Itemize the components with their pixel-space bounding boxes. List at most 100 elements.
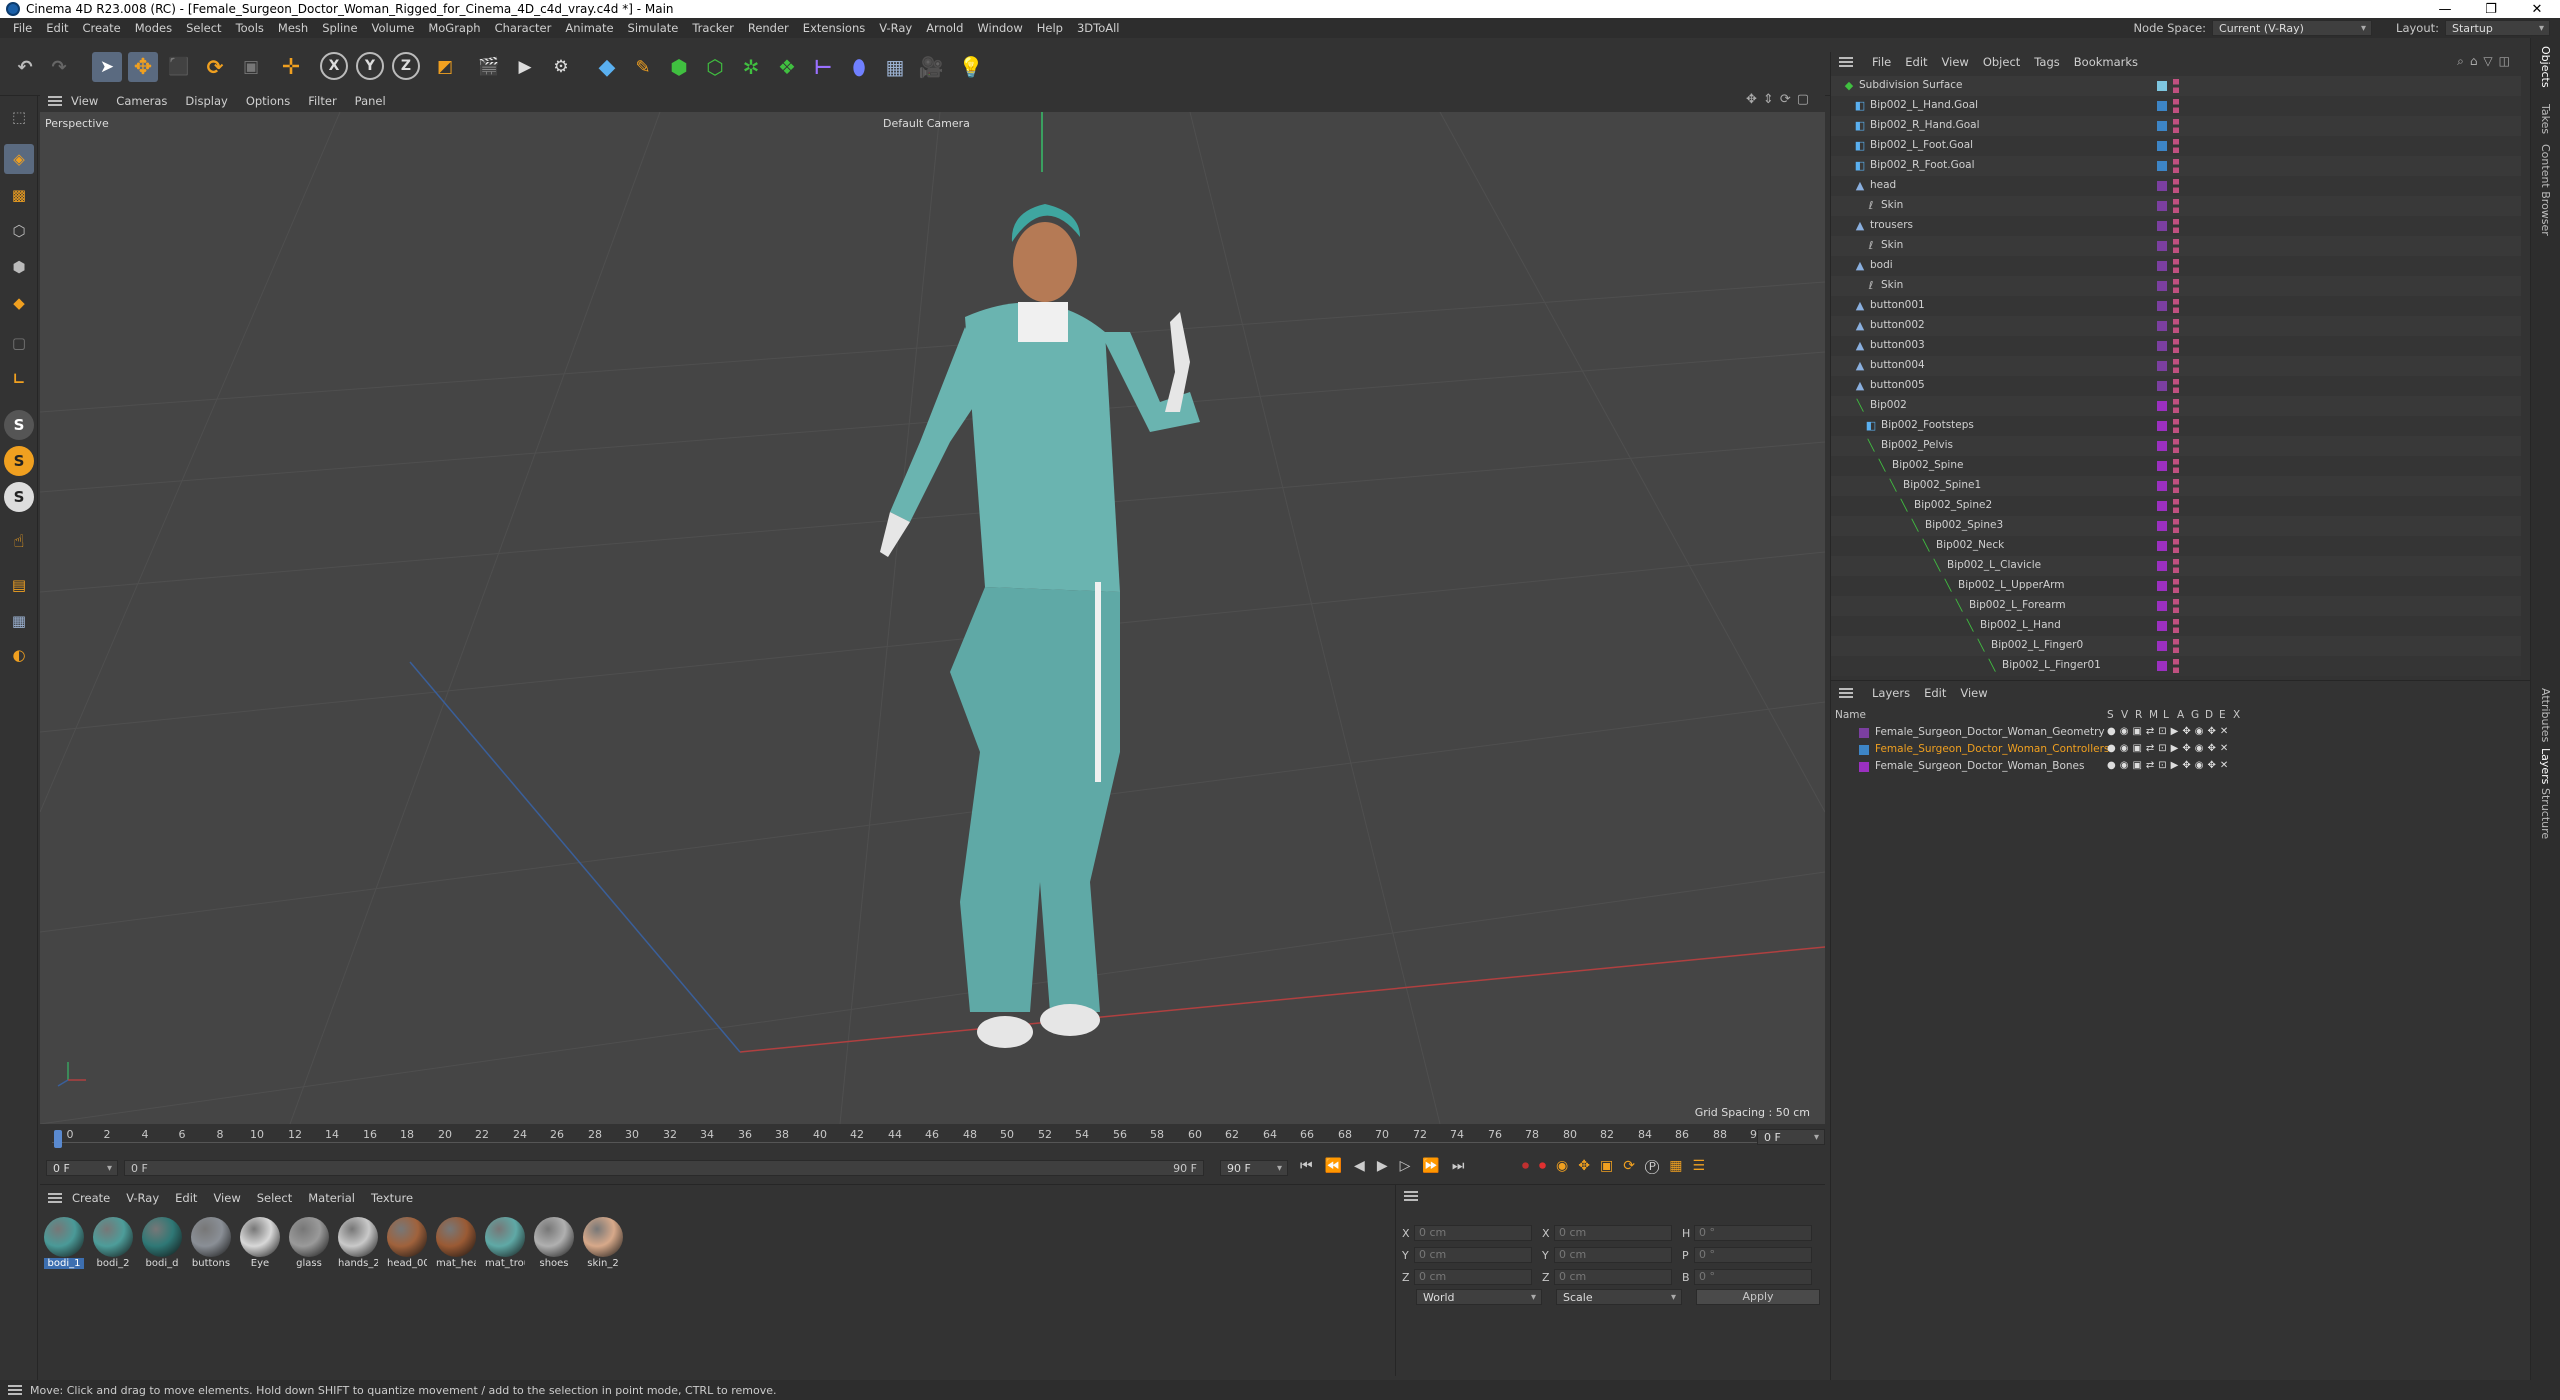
redo-icon[interactable]: ↷	[44, 52, 74, 82]
layer-color-swatch[interactable]	[1859, 728, 1869, 738]
object-row[interactable]: ╲ Bip002_Spine3	[1831, 516, 2521, 536]
object-row[interactable]: ◧ Bip002_L_Foot.Goal	[1831, 136, 2521, 156]
polygons-mode-icon[interactable]: ◆	[4, 288, 34, 318]
undo-icon[interactable]: ↶	[10, 52, 40, 82]
menu-extensions[interactable]: Extensions	[796, 21, 872, 35]
layer-color-swatch[interactable]	[2157, 301, 2167, 311]
material-swatch[interactable]: mat_hea	[436, 1217, 476, 1269]
3d-viewport[interactable]: Perspective Default Camera Grid Spacing …	[40, 112, 1825, 1124]
layer-color-swatch[interactable]	[2157, 381, 2167, 391]
layer-row[interactable]: Female_Surgeon_Doctor_Woman_Controllers ●…	[1831, 742, 2521, 759]
visibility-dots-icon[interactable]	[2173, 399, 2179, 413]
material-menu-texture[interactable]: Texture	[363, 1191, 421, 1205]
layer-color-swatch[interactable]	[2157, 101, 2167, 111]
size-value-field[interactable]: 0 cm	[1554, 1269, 1672, 1285]
previous-frame-icon[interactable]: ◀	[1354, 1158, 1377, 1174]
layer-color-swatch[interactable]	[2157, 561, 2167, 571]
layer-color-swatch[interactable]	[2157, 161, 2167, 171]
cube-icon[interactable]: ◆	[592, 52, 622, 82]
z-axis-lock-icon[interactable]: Z	[392, 52, 420, 80]
visibility-dots-icon[interactable]	[2173, 139, 2179, 153]
material-swatch[interactable]: mat_trou	[485, 1217, 525, 1269]
viewport-menu-icon[interactable]	[48, 96, 62, 106]
rotate-tool-icon[interactable]: ⟳	[200, 52, 230, 82]
object-row[interactable]: ╲ Bip002	[1831, 396, 2521, 416]
layer-menu-edit[interactable]: Edit	[1917, 686, 1953, 700]
scale-tool-icon[interactable]: ⬛	[164, 52, 194, 82]
object-row[interactable]: ▲ head	[1831, 176, 2521, 196]
material-menu-material[interactable]: Material	[300, 1191, 363, 1205]
points-mode-icon[interactable]: ⬡	[4, 216, 34, 246]
visibility-dots-icon[interactable]	[2173, 199, 2179, 213]
layer-color-swatch[interactable]	[2157, 121, 2167, 131]
previous-key-icon[interactable]: ⏪	[1325, 1158, 1354, 1174]
layer-toggle-icons[interactable]: ●◉▣⇄⊡▶✥◉✥✕	[2107, 760, 2232, 771]
object-row[interactable]: ℓ Skin	[1831, 196, 2521, 216]
visibility-dots-icon[interactable]	[2173, 459, 2179, 473]
visibility-dots-icon[interactable]	[2173, 179, 2179, 193]
render-view-icon[interactable]: ▶	[510, 52, 540, 82]
object-row[interactable]: ▲ button005	[1831, 376, 2521, 396]
material-menu-view[interactable]: View	[205, 1191, 248, 1205]
layer-color-swatch[interactable]	[1859, 745, 1869, 755]
make-editable-icon[interactable]: ⬚	[4, 102, 34, 132]
playhead[interactable]	[54, 1130, 62, 1148]
menu-window[interactable]: Window	[970, 21, 1029, 35]
menu-vray[interactable]: V-Ray	[872, 21, 919, 35]
material-menu-edit[interactable]: Edit	[167, 1191, 205, 1205]
extrude-icon[interactable]: ⬡	[700, 52, 730, 82]
size-value-field[interactable]: 0 cm	[1554, 1247, 1672, 1263]
x-axis-lock-icon[interactable]: X	[320, 52, 348, 80]
material-swatch[interactable]: skin_2	[583, 1217, 623, 1269]
visibility-dots-icon[interactable]	[2173, 579, 2179, 593]
coordinate-system-icon[interactable]: ◩	[430, 52, 460, 82]
tab-objects[interactable]: Objects	[2539, 46, 2552, 88]
y-axis-lock-icon[interactable]: Y	[356, 52, 384, 80]
layer-color-swatch[interactable]	[2157, 321, 2167, 331]
tab-structure[interactable]: Structure	[2539, 788, 2552, 839]
point-level-icon[interactable]: ▦	[1669, 1158, 1692, 1174]
object-row[interactable]: ▲ trousers	[1831, 216, 2521, 236]
param-key-icon[interactable]: Ⓟ	[1645, 1158, 1669, 1174]
model-mode-icon[interactable]: ◈	[4, 144, 34, 174]
axis-mode-icon[interactable]: ▢	[4, 328, 34, 358]
viewport-menu-display[interactable]: Display	[176, 94, 236, 108]
status-menu-icon[interactable]	[8, 1385, 22, 1395]
cloner-icon[interactable]: ✲	[736, 52, 766, 82]
object-row[interactable]: ╲ Bip002_L_Finger01	[1831, 656, 2521, 676]
visibility-dots-icon[interactable]	[2173, 319, 2179, 333]
tab-content-browser[interactable]: Content Browser	[2539, 144, 2552, 236]
pos-value-field[interactable]: 0 cm	[1414, 1247, 1532, 1263]
position-key-icon[interactable]: ✥	[1578, 1158, 1600, 1174]
object-row[interactable]: ╲ Bip002_L_UpperArm	[1831, 576, 2521, 596]
material-swatch[interactable]: shoes	[534, 1217, 574, 1269]
layer-menu-layers[interactable]: Layers	[1865, 686, 1917, 700]
layer-color-swatch[interactable]	[2157, 401, 2167, 411]
visibility-dots-icon[interactable]	[2173, 119, 2179, 133]
object-row[interactable]: ▲ button002	[1831, 316, 2521, 336]
layer-color-swatch[interactable]	[2157, 201, 2167, 211]
pen-spline-icon[interactable]: ✎	[628, 52, 658, 82]
transform-tool-icon[interactable]: ✛	[276, 52, 306, 82]
layer-color-swatch[interactable]	[2157, 601, 2167, 611]
snap-icon[interactable]: S	[4, 410, 34, 440]
current-frame-right-field[interactable]: 0 F	[1757, 1129, 1825, 1145]
object-row[interactable]: ╲ Bip002_Spine1	[1831, 476, 2521, 496]
object-row[interactable]: ▲ bodi	[1831, 256, 2521, 276]
visibility-dots-icon[interactable]	[2173, 219, 2179, 233]
subdivision-surface-icon[interactable]: ⬢	[664, 52, 694, 82]
menu-spline[interactable]: Spline	[315, 21, 364, 35]
visibility-dots-icon[interactable]	[2173, 239, 2179, 253]
size-value-field[interactable]: 0 cm	[1554, 1225, 1672, 1241]
object-row[interactable]: ℓ Skin	[1831, 276, 2521, 296]
material-menu-icon[interactable]	[48, 1193, 62, 1203]
object-menu-object[interactable]: Object	[1976, 55, 2027, 69]
viewport-menu-view[interactable]: View	[62, 94, 107, 108]
menu-help[interactable]: Help	[1030, 21, 1070, 35]
snap-settings-icon[interactable]: S	[4, 446, 34, 476]
scale-key-icon[interactable]: ▣	[1600, 1158, 1623, 1174]
layer-color-swatch[interactable]	[2157, 341, 2167, 351]
rotation-key-icon[interactable]: ⟳	[1623, 1158, 1645, 1174]
menu-3dtoall[interactable]: 3DToAll	[1070, 21, 1127, 35]
apply-button[interactable]: Apply	[1696, 1289, 1820, 1305]
